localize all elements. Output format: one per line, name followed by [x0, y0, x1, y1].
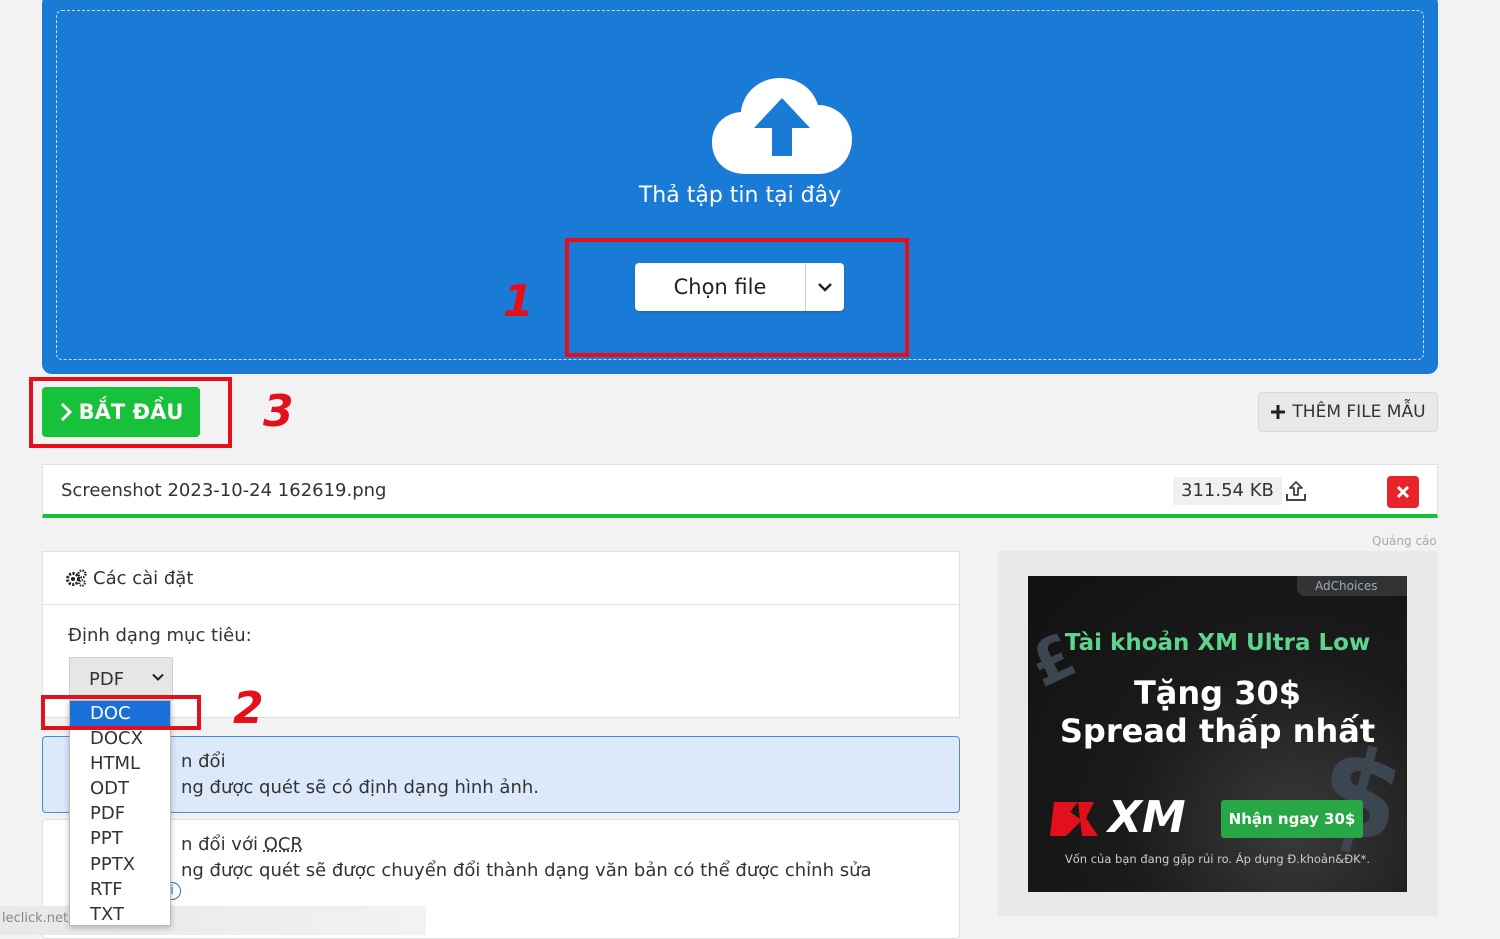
chevron-down-icon	[152, 673, 164, 681]
settings-title: Các cài đặt	[93, 567, 194, 589]
annotation-number-3: 3	[263, 386, 294, 437]
adchoices-badge[interactable]: AdChoices	[1297, 576, 1407, 596]
status-bar-url: leclick.net	[0, 906, 426, 935]
option-description: ng được quét sẽ có định dạng hình ảnh.	[181, 777, 540, 798]
ad-disclaimer: Vốn của bạn đang gặp rủi ro. Áp dụng Đ.k…	[1064, 852, 1371, 866]
add-sample-file-button[interactable]: THÊM FILE MẪU	[1258, 392, 1438, 432]
settings-header: Các cài đặt	[43, 552, 959, 605]
ad-tagline: Spread thấp nhất	[1059, 712, 1376, 750]
format-option-odt[interactable]: ODT	[70, 776, 170, 801]
plus-icon	[1271, 405, 1286, 419]
cloud-upload-icon[interactable]	[1283, 478, 1309, 504]
ad-headline: Tài khoản XM Ultra Low	[1064, 630, 1371, 656]
format-option-pptx[interactable]: PPTX	[70, 852, 170, 877]
format-option-ppt[interactable]: PPT	[70, 826, 170, 851]
annotation-box-3	[29, 377, 232, 448]
ad-offer: Tặng 30$	[1133, 674, 1302, 712]
format-option-html[interactable]: HTML	[70, 751, 170, 776]
ad-cta-button[interactable]: Nhận ngay 30$	[1221, 800, 1363, 838]
convert-option-standard[interactable]: n đổi ng được quét sẽ có định dạng hình …	[42, 736, 960, 813]
remove-file-button[interactable]	[1387, 476, 1419, 508]
annotation-number-2: 2	[233, 683, 264, 734]
option-title: n đổi	[181, 751, 226, 772]
advertisement[interactable]: £ $ AdChoices Tài khoản XM Ultra Low Tặn…	[1028, 576, 1407, 892]
format-option-pdf[interactable]: PDF	[70, 801, 170, 826]
option-description: ng được quét sẽ được chuyển đổi thành dạ…	[181, 860, 872, 881]
target-format-label: Định dạng mục tiêu:	[68, 625, 252, 646]
xm-logo: XM	[1048, 792, 1203, 843]
file-name: Screenshot 2023-10-24 162619.png	[61, 480, 387, 501]
annotation-box-2	[41, 695, 201, 730]
add-sample-label: THÊM FILE MẪU	[1292, 402, 1426, 422]
gears-icon	[66, 569, 87, 587]
xm-logo-text: XM	[1108, 792, 1186, 843]
ocr-term: OCR	[263, 834, 303, 855]
format-option-rtf[interactable]: RTF	[70, 877, 170, 902]
close-icon	[1396, 485, 1410, 499]
file-size-badge: 311.54 KB	[1173, 477, 1282, 505]
settings-panel: Các cài đặt Định dạng mục tiêu: PDF	[42, 551, 960, 718]
annotation-number-1: 1	[503, 276, 534, 327]
target-format-value: PDF	[89, 668, 125, 690]
format-option-txt[interactable]: TXT	[70, 902, 170, 927]
drop-instruction: Thả tập tin tại đây	[638, 183, 842, 208]
file-list-item: Screenshot 2023-10-24 162619.png 311.54 …	[42, 464, 1438, 518]
option-title: n đổi với OCR	[181, 834, 303, 855]
ad-label: Quảng cáo	[1372, 534, 1437, 548]
annotation-box-1	[565, 238, 909, 357]
cloud-upload-icon	[712, 78, 852, 174]
format-dropdown-list: DOC DOCX HTML ODT PDF PPT PPTX RTF TXT	[69, 700, 171, 926]
